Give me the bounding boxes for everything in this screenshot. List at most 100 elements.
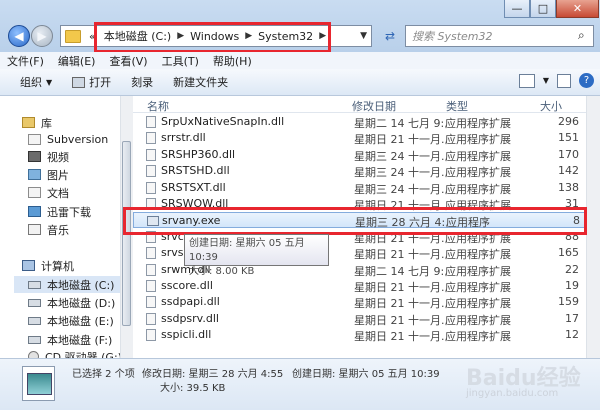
close-button[interactable]: ✕ [556,0,599,18]
created-date: 创建日期: 星期六 05 五月 10:39 [292,369,440,380]
file-name: SRSTSXT.dll [161,180,226,194]
forward-button[interactable]: ▶ [31,25,53,47]
table-row[interactable]: sspicli.dll 星期日 21 十一月... 应用程序扩展 12 [133,327,600,343]
organize-button[interactable]: 组织 ▼ [0,74,62,90]
explorer-window: — □ ✕ ◀ ▶ « 本地磁盘 (C:) ▶ Windows ▶ System… [0,0,600,410]
nav-item-drive-e[interactable]: 本地磁盘 (E:) [28,312,114,329]
selection-size: 大小: 39.5 KB [160,383,226,394]
back-button[interactable]: ◀ [8,25,30,47]
nav-item-downloads[interactable]: 迅雷下载 [28,203,91,220]
tooltip-size: 大小: 8.00 KB [189,266,255,277]
column-type[interactable]: 类型 [446,98,468,114]
nav-label: 视频 [47,150,69,164]
dll-file-icon [146,312,156,325]
file-size: 17 [565,311,579,325]
search-input[interactable]: 搜索 System32 [405,25,594,47]
nav-item-computer[interactable]: 计算机 [22,257,74,274]
drive-icon [28,335,41,344]
dll-file-icon [146,296,156,309]
open-label: 打开 [89,76,112,89]
menu-help[interactable]: 帮助(H) [206,53,259,69]
nav-item-drive-d[interactable]: 本地磁盘 (D:) [28,294,115,311]
nav-label: 本地磁盘 (E:) [47,314,114,328]
chevron-down-icon[interactable]: ▼ [543,76,549,85]
nav-item-subversion[interactable]: Subversion [28,131,108,148]
arrow-right-icon: ▶ [37,29,47,43]
new-folder-button[interactable]: 新建文件夹 [163,74,238,90]
nav-label: CD 驱动器 (G:) [45,350,121,359]
burn-button[interactable]: 刻录 [121,74,163,90]
menu-bar: 文件(F) 编辑(E) 查看(V) 工具(T) 帮助(H) [0,52,600,70]
file-name: ssdpsrv.dll [161,311,219,325]
file-type: 应用程序扩展 [445,281,511,294]
nav-item-drive-c[interactable]: 本地磁盘 (C:) [14,276,120,293]
refresh-icon: ⇄ [384,29,396,43]
menu-view[interactable]: 查看(V) [102,53,154,69]
file-name: SrpUxNativeSnapIn.dll [161,115,285,128]
file-type: 应用程序扩展 [445,264,511,278]
file-list-scrollbar[interactable] [586,96,600,358]
file-type: 应用程序扩展 [445,182,511,196]
computer-icon [22,260,35,271]
view-options-icon[interactable] [518,73,535,88]
nav-item-documents[interactable]: 文档 [28,184,69,201]
cd-drive-icon [28,351,39,358]
nav-item-video[interactable]: 视频 [28,148,69,165]
dll-file-icon [146,165,156,178]
table-row[interactable]: ssdpapi.dll 星期日 21 十一月... 应用程序扩展 159 [133,294,600,310]
video-icon [28,151,41,162]
help-icon[interactable]: ? [579,73,594,88]
nav-label: 库 [41,116,52,130]
open-button[interactable]: 打开 [62,74,121,90]
column-size[interactable]: 大小 [540,98,562,114]
minimize-button[interactable]: — [504,0,530,18]
dll-file-icon [146,247,156,260]
file-size: 142 [558,164,579,178]
table-row[interactable]: SRSTSXT.dll 星期三 24 十一月... 应用程序扩展 138 [133,180,600,196]
drive-icon [28,316,41,325]
library-icon [22,117,35,128]
search-icon[interactable]: ⌕ [578,28,585,43]
table-row[interactable]: SRSTSHD.dll 星期三 24 十一月... 应用程序扩展 142 [133,163,600,179]
menu-file[interactable]: 文件(F) [0,53,51,69]
file-type: 应用程序扩展 [445,117,511,130]
nav-item-cd-drive[interactable]: CD 驱动器 (G:) [28,348,121,359]
menu-tools[interactable]: 工具(T) [155,53,206,69]
window-controls: — □ ✕ [504,0,599,18]
menu-edit[interactable]: 编辑(E) [51,53,103,69]
file-name: SRSTSHD.dll [161,164,230,178]
nav-item-drive-f[interactable]: 本地磁盘 (F:) [28,331,112,348]
column-name[interactable]: 名称 [147,98,169,114]
table-row[interactable]: ssdpsrv.dll 星期日 21 十一月... 应用程序扩展 17 [133,311,600,327]
table-row[interactable]: srrstr.dll 星期日 21 十一月... 应用程序扩展 151 [133,130,600,146]
nav-item-pictures[interactable]: 图片 [28,166,69,183]
dll-file-icon [146,263,156,276]
file-date: 星期日 21 十一月... [354,281,448,294]
nav-item-library[interactable]: 库 [22,114,52,131]
file-type: 应用程序扩展 [445,248,511,262]
address-highlight [94,22,331,53]
file-size: 170 [558,147,579,161]
table-row[interactable]: SRSHP360.dll 星期三 24 十一月... 应用程序扩展 170 [133,147,600,163]
preview-pane-icon[interactable] [557,73,571,88]
file-type: 应用程序扩展 [445,166,511,180]
column-date[interactable]: 修改日期 [352,98,396,114]
selection-thumbnail [22,366,55,401]
table-row[interactable]: SrpUxNativeSnapIn.dll 星期二 14 七月 9:... 应用程序… [133,114,600,130]
file-name: srrstr.dll [161,131,206,145]
file-type: 应用程序扩展 [445,297,511,311]
file-size: 12 [565,328,579,342]
organize-label: 组织 [20,76,42,89]
address-dropdown-icon[interactable]: ▼ [358,31,371,41]
nav-item-music[interactable]: 音乐 [28,221,69,238]
file-type: 应用程序扩展 [445,133,511,147]
selected-count: 已选择 2 个项 [72,369,135,380]
file-date: 星期日 21 十一月... [354,297,448,311]
table-row[interactable]: sscore.dll 星期日 21 十一月... 应用程序扩展 19 [133,278,600,294]
refresh-button[interactable]: ⇄ [378,25,402,47]
file-date: 星期日 21 十一月... [354,313,448,327]
maximize-button[interactable]: □ [530,0,556,18]
burn-label: 刻录 [131,76,154,89]
file-date: 星期三 24 十一月... [354,149,448,163]
file-type: 应用程序扩展 [445,149,511,163]
